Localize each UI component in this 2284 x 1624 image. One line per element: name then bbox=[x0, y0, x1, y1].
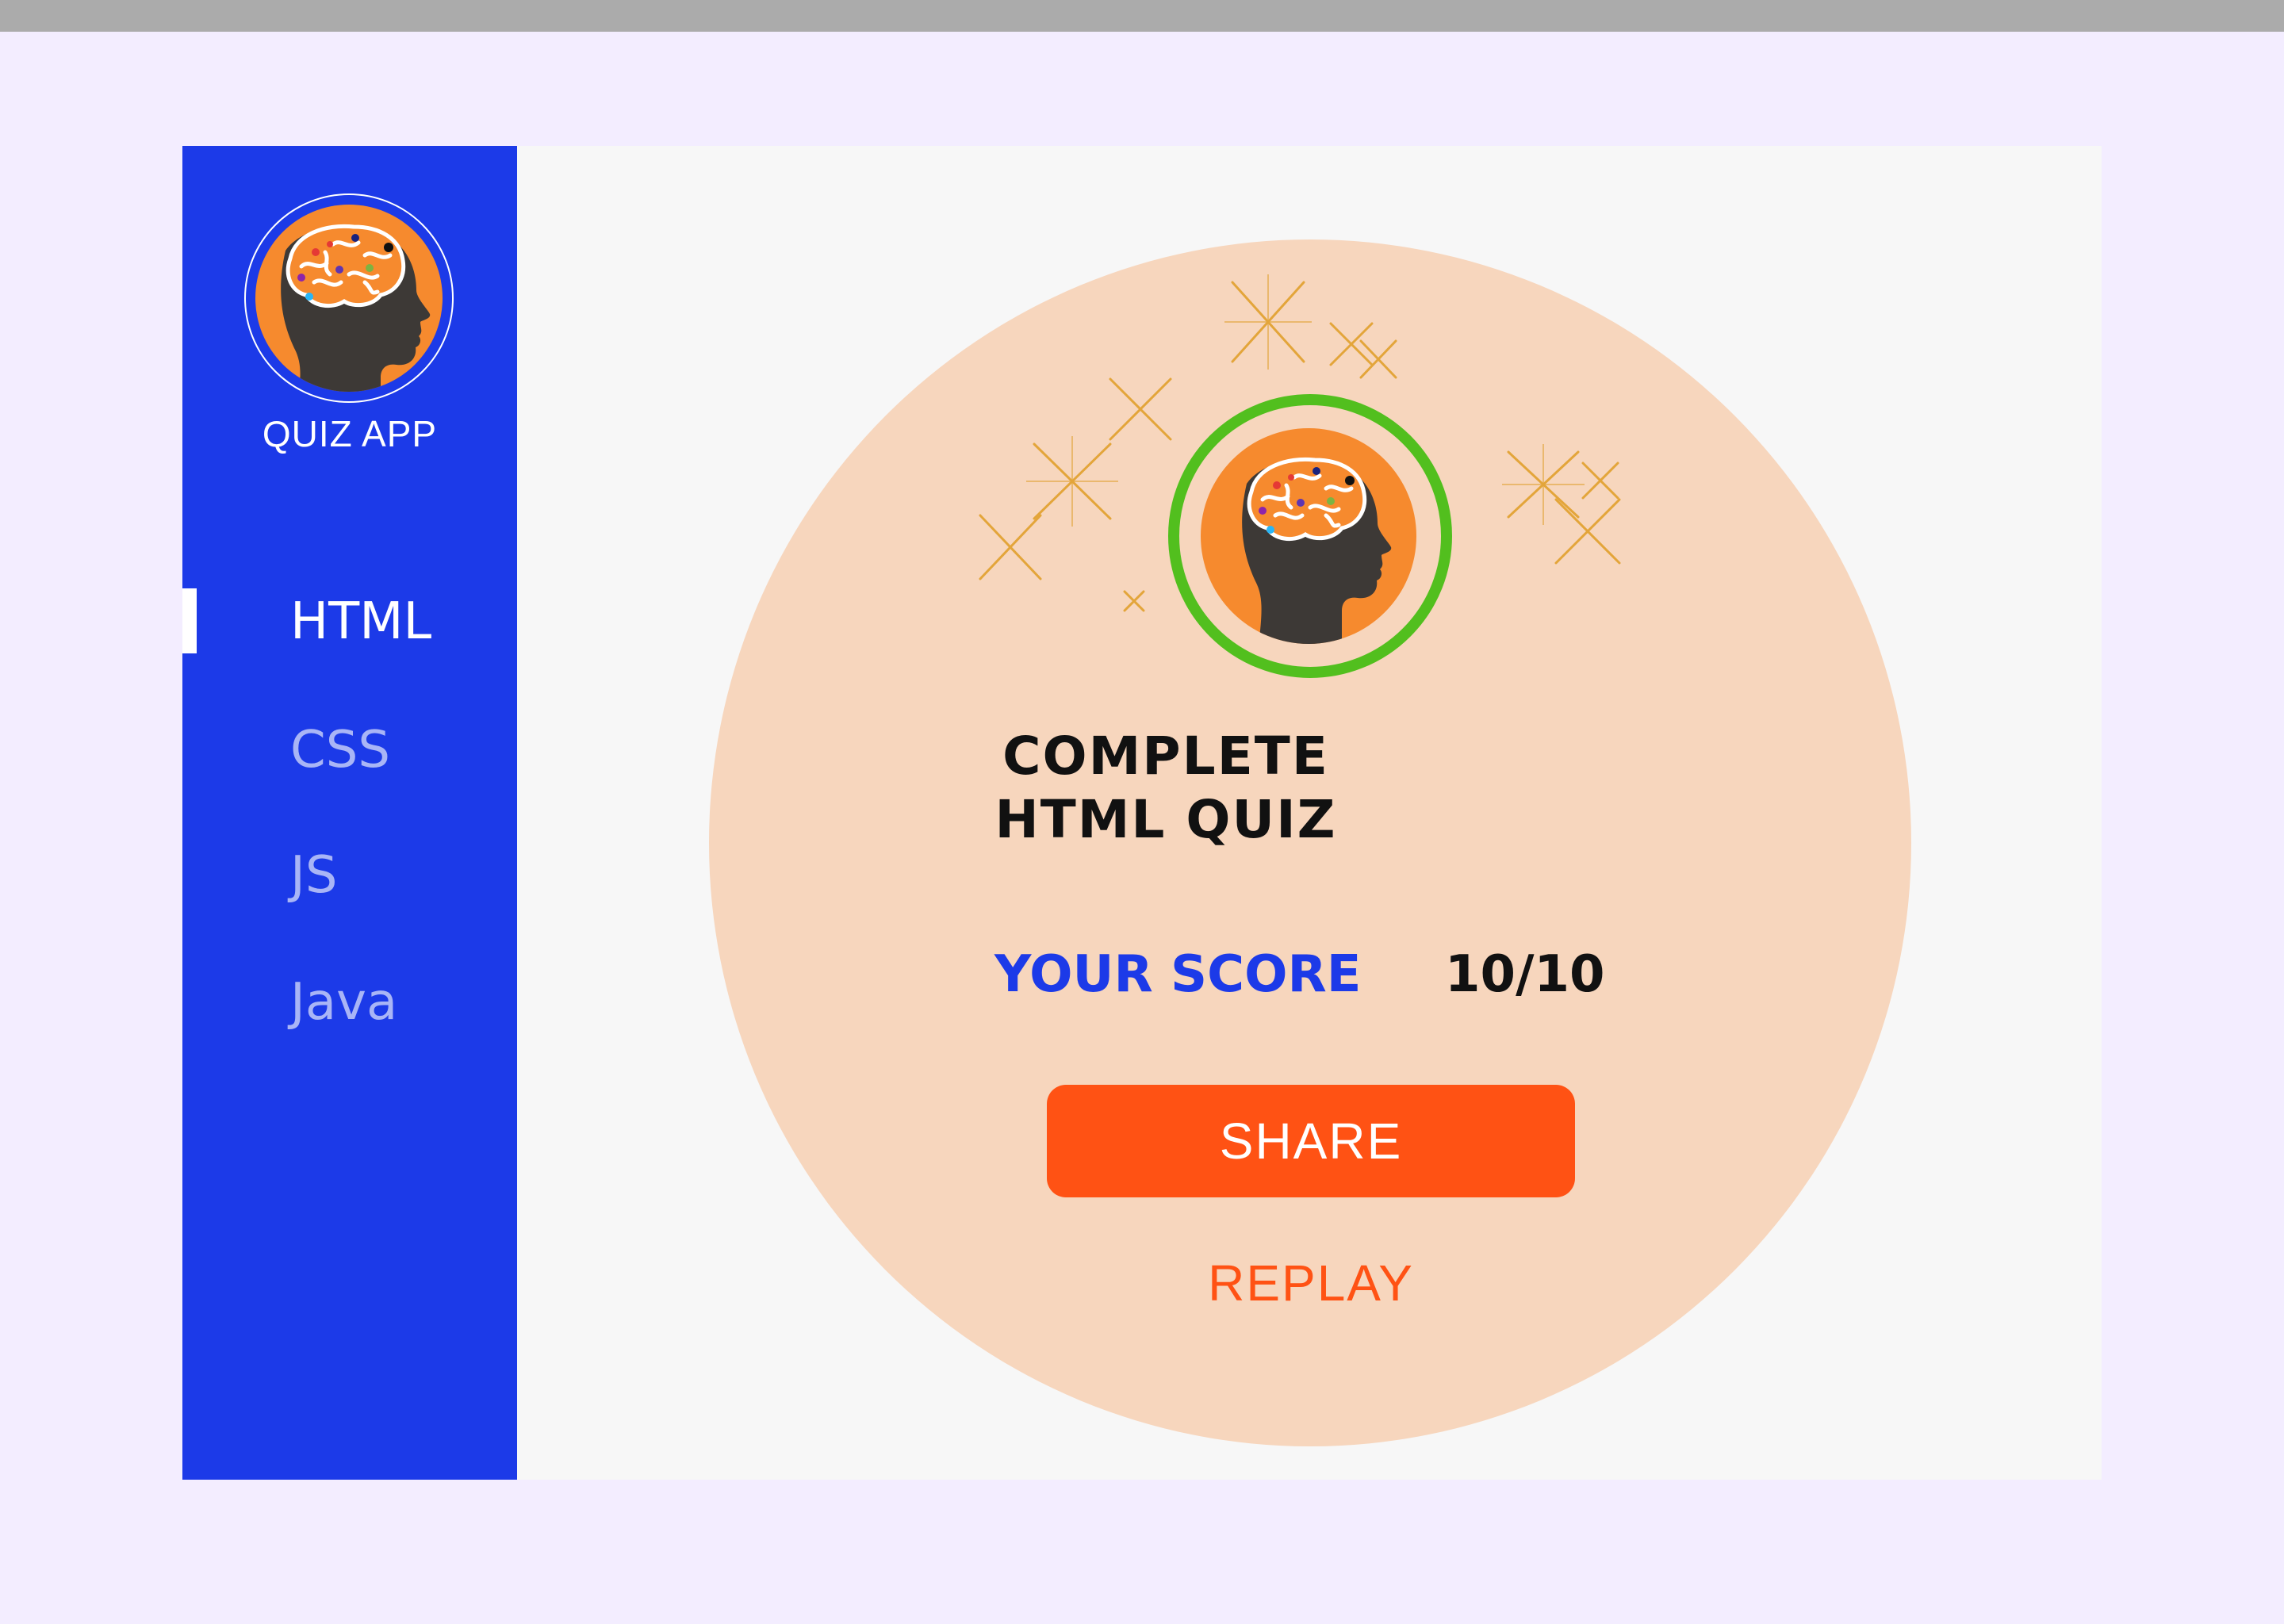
result-title: COMPLETE HTML QUIZ bbox=[841, 725, 1491, 852]
score-value: 10/10 bbox=[1445, 945, 1605, 1004]
quiz-app-window: QUIZ APP HTML CSS JS Java COMPLETE HTML … bbox=[182, 146, 2102, 1480]
result-title-line-1: COMPLETE bbox=[1002, 726, 1329, 787]
window-top-bar bbox=[0, 0, 2284, 32]
brain-head-icon bbox=[1168, 394, 1452, 678]
replay-button[interactable]: REPLAY bbox=[1047, 1253, 1575, 1313]
result-badge bbox=[1166, 392, 1454, 684]
score-label: YOUR SCORE bbox=[994, 945, 1362, 1004]
share-button[interactable]: SHARE bbox=[1047, 1085, 1575, 1197]
result-title-line-2: HTML QUIZ bbox=[994, 789, 1337, 850]
